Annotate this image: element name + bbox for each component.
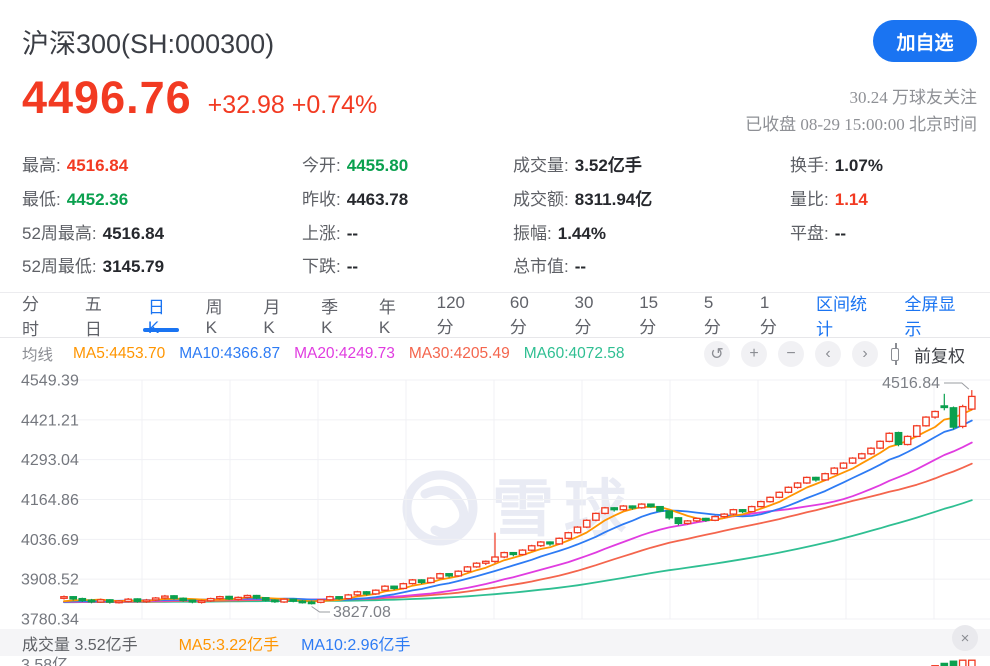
ma5-legend: MA5:4453.70 bbox=[73, 345, 165, 363]
ma-title: 均线 bbox=[22, 343, 53, 365]
fullscreen-link[interactable]: 全屏显示 bbox=[905, 290, 966, 340]
stat-market-cap: 总市值:-- bbox=[513, 250, 652, 284]
candlestick-chart[interactable]: 雪球 4549.394421.214293.044164.864036.6939… bbox=[0, 370, 990, 666]
stat-decliners: 下跌:-- bbox=[302, 250, 408, 284]
period-tabstrip: 分时 五日 日K 周K 月K 季K 年K 120分 60分 30分 15分 5分… bbox=[0, 292, 990, 338]
stat-52w-high: 52周最高:4516.84 bbox=[22, 217, 164, 251]
range-stats-link[interactable]: 区间统计 bbox=[816, 290, 877, 340]
stat-amplitude: 振幅:1.44% bbox=[513, 217, 652, 251]
svg-text:4293.04: 4293.04 bbox=[21, 452, 79, 469]
current-price: 4496.76 bbox=[22, 72, 192, 124]
price-adjust-mode[interactable]: 前复权 bbox=[914, 342, 965, 367]
svg-text:3827.08: 3827.08 bbox=[333, 604, 391, 621]
svg-text:4516.84: 4516.84 bbox=[882, 375, 940, 392]
stat-low: 最低:4452.36 bbox=[22, 183, 164, 217]
stat-prev-close: 昨收:4463.78 bbox=[302, 183, 408, 217]
page-title: 沪深300(SH:000300) bbox=[22, 22, 274, 61]
chart-tool-icons: ↺ + − ‹ › bbox=[704, 341, 901, 367]
volume-bars-layer bbox=[932, 660, 975, 666]
add-to-watchlist-button[interactable]: 加自选 bbox=[873, 20, 977, 62]
market-meta: 30.24 万球友关注 已收盘 08-29 15:00:00 北京时间 bbox=[745, 84, 977, 138]
prev-arrow-icon[interactable]: ‹ bbox=[815, 341, 841, 367]
market-status: 已收盘 08-29 15:00:00 北京时间 bbox=[745, 111, 977, 138]
stat-high: 最高:4516.84 bbox=[22, 149, 164, 183]
stats-column-4: 换手:1.07% 量比:1.14 平盘:-- bbox=[790, 149, 883, 250]
tab-quarterly-k[interactable]: 季K bbox=[321, 293, 347, 337]
tab-weekly-k[interactable]: 周K bbox=[206, 293, 232, 337]
tab-5day[interactable]: 五日 bbox=[85, 293, 116, 337]
ma20-legend: MA20:4249.73 bbox=[294, 345, 395, 363]
tab-120min[interactable]: 120分 bbox=[437, 293, 478, 337]
tab-minute[interactable]: 分时 bbox=[22, 293, 53, 337]
stat-turnover: 成交额:8311.94亿 bbox=[513, 183, 652, 217]
volume-ma10-legend: MA10:2.96亿手 bbox=[301, 631, 410, 655]
zoom-in-icon[interactable]: + bbox=[741, 341, 767, 367]
ma30-legend: MA30:4205.49 bbox=[409, 345, 510, 363]
svg-text:4036.69: 4036.69 bbox=[21, 532, 79, 549]
price-row: 4496.76 +32.98 +0.74% bbox=[22, 72, 377, 124]
tab-daily-k[interactable]: 日K bbox=[148, 293, 174, 337]
stats-column-2: 今开:4455.80 昨收:4463.78 上涨:-- 下跌:-- bbox=[302, 149, 408, 284]
stat-52w-low: 52周最低:3145.79 bbox=[22, 250, 164, 284]
ma60-legend: MA60:4072.58 bbox=[524, 345, 625, 363]
ma-toolbar: 均线 MA5:4453.70 MA10:4366.87 MA20:4249.73… bbox=[0, 338, 990, 370]
tab-30min[interactable]: 30分 bbox=[575, 293, 608, 337]
ma10-legend: MA10:4366.87 bbox=[179, 345, 280, 363]
tab-5min[interactable]: 5分 bbox=[704, 293, 728, 337]
svg-text:4421.21: 4421.21 bbox=[21, 412, 79, 429]
svg-text:3780.34: 3780.34 bbox=[21, 612, 79, 629]
tab-yearly-k[interactable]: 年K bbox=[379, 293, 405, 337]
stat-volume-ratio: 量比:1.14 bbox=[790, 183, 883, 217]
candlestick-style-icon[interactable] bbox=[889, 342, 901, 366]
undo-icon[interactable]: ↺ bbox=[704, 341, 730, 367]
stat-advancers: 上涨:-- bbox=[302, 217, 408, 251]
stat-unchanged: 平盘:-- bbox=[790, 217, 883, 251]
close-icon[interactable]: × bbox=[952, 625, 978, 651]
stats-column-1: 最高:4516.84 最低:4452.36 52周最高:4516.84 52周最… bbox=[22, 149, 164, 284]
tab-15min[interactable]: 15分 bbox=[639, 293, 672, 337]
volume-pane-header: 成交量 3.52亿手 MA5:3.22亿手 MA10:2.96亿手 × bbox=[0, 629, 990, 656]
tab-monthly-k[interactable]: 月K bbox=[263, 293, 289, 337]
chart-actions: 区间统计 全屏显示 bbox=[816, 290, 965, 340]
followers-count: 30.24 万球友关注 bbox=[745, 84, 977, 111]
zoom-out-icon[interactable]: − bbox=[778, 341, 804, 367]
stats-column-3: 成交量:3.52亿手 成交额:8311.94亿 振幅:1.44% 总市值:-- bbox=[513, 149, 652, 284]
volume-ma5-legend: MA5:3.22亿手 bbox=[179, 631, 280, 655]
stat-open: 今开:4455.80 bbox=[302, 149, 408, 183]
svg-text:3908.52: 3908.52 bbox=[21, 572, 79, 589]
stock-detail-page: 沪深300(SH:000300) 加自选 4496.76 +32.98 +0.7… bbox=[0, 0, 990, 666]
tab-60min[interactable]: 60分 bbox=[510, 293, 543, 337]
volume-axis-label: 3.58亿 bbox=[21, 651, 68, 666]
stat-turnover-rate: 换手:1.07% bbox=[790, 149, 883, 183]
svg-text:4164.86: 4164.86 bbox=[21, 492, 79, 509]
svg-text:4549.39: 4549.39 bbox=[21, 373, 79, 390]
stat-volume: 成交量:3.52亿手 bbox=[513, 149, 652, 183]
price-change: +32.98 +0.74% bbox=[208, 91, 378, 120]
next-arrow-icon[interactable]: › bbox=[852, 341, 878, 367]
tab-1min[interactable]: 1分 bbox=[760, 293, 784, 337]
